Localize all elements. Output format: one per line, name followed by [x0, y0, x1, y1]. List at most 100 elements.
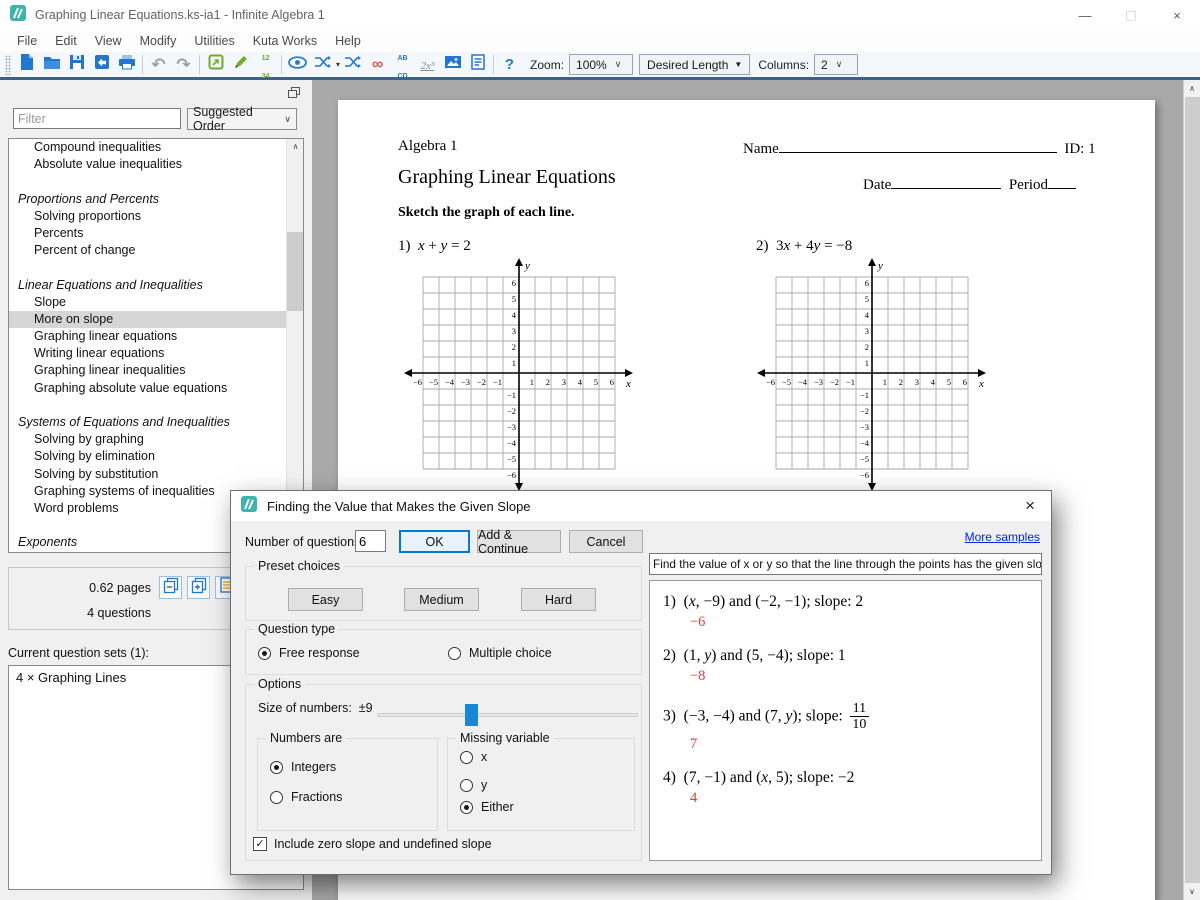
- send-to-kuta-button[interactable]: [89, 53, 114, 76]
- svg-text:3: 3: [865, 326, 869, 336]
- scroll-down-icon[interactable]: ∨: [1184, 883, 1200, 900]
- remove-page-button[interactable]: [159, 576, 182, 599]
- more-samples-link[interactable]: More samples: [965, 530, 1040, 544]
- print-button[interactable]: [114, 53, 139, 76]
- scrollbar-thumb[interactable]: [287, 232, 304, 311]
- preview-question: 3) (−3, −4) and (7, y); slope: 11107: [663, 701, 1041, 753]
- dialog-close-icon[interactable]: ×: [1019, 496, 1041, 516]
- num-questions-input[interactable]: [355, 530, 386, 552]
- send-to-kuta-icon: [94, 54, 110, 75]
- topic-header: Proportions and Percents: [9, 191, 303, 208]
- add-page-button[interactable]: [187, 576, 210, 599]
- columns-select[interactable]: 2 ∨: [814, 54, 858, 75]
- undo-button[interactable]: ↶: [146, 53, 171, 76]
- size-slider-thumb[interactable]: [465, 704, 478, 726]
- preview-eye-button[interactable]: [285, 53, 310, 76]
- scramble-questions-button[interactable]: [310, 53, 335, 76]
- question-text: 3) (−3, −4) and (7, y); slope: 1110: [663, 701, 1041, 733]
- problem-1: 1) x + y = 2: [398, 238, 471, 255]
- ok-button[interactable]: OK: [399, 530, 470, 553]
- presentation-button[interactable]: [440, 53, 465, 76]
- toolbar-separator: [281, 55, 282, 74]
- topic-item[interactable]: Percent of change: [9, 242, 303, 259]
- zoom-select[interactable]: 100% ∨: [569, 54, 633, 75]
- hard-button[interactable]: Hard: [521, 588, 596, 611]
- size-of-numbers-label: Size of numbers: ±9: [258, 701, 373, 715]
- topic-item[interactable]: Writing linear equations: [9, 345, 303, 362]
- zoom-window-button[interactable]: [203, 53, 228, 76]
- open-folder-button[interactable]: [39, 53, 64, 76]
- math-format-button[interactable]: 2x³: [415, 53, 440, 76]
- close-icon[interactable]: ×: [1154, 0, 1200, 30]
- topic-item[interactable]: Slope: [9, 294, 303, 311]
- topic-item[interactable]: Absolute value inequalities: [9, 156, 303, 173]
- svg-text:6: 6: [963, 377, 967, 387]
- menu-kuta-works[interactable]: Kuta Works: [244, 34, 326, 48]
- topic-item[interactable]: Solving by substitution: [9, 466, 303, 483]
- slope-fraction: 1110: [850, 701, 869, 733]
- topic-item[interactable]: Graphing linear inequalities: [9, 362, 303, 379]
- new-file-button[interactable]: [14, 53, 39, 76]
- add-continue-button[interactable]: Add & Continue: [477, 530, 561, 553]
- radio-missing-variable-x[interactable]: x: [460, 750, 487, 764]
- topic-item[interactable]: Solving by elimination: [9, 448, 303, 465]
- float-pane-icon[interactable]: [288, 86, 300, 104]
- topic-item[interactable]: Graphing absolute value equations: [9, 380, 303, 397]
- radio-question-type-multiple-choice[interactable]: Multiple choice: [448, 646, 552, 660]
- topic-item[interactable]: Percents: [9, 225, 303, 242]
- document-scrollbar[interactable]: ∧ ∨: [1183, 80, 1200, 900]
- toolbar-drag-handle[interactable]: [5, 55, 11, 75]
- minimize-icon[interactable]: —: [1062, 0, 1108, 30]
- choices-letters-button[interactable]: ABCD: [390, 53, 415, 76]
- save-button[interactable]: [64, 53, 89, 76]
- topic-item[interactable]: Solving proportions: [9, 208, 303, 225]
- radio-question-type-free-response[interactable]: Free response: [258, 646, 360, 660]
- radio-missing-variable-either[interactable]: Either: [460, 800, 514, 814]
- order-select[interactable]: Suggested Order ∨: [187, 108, 297, 130]
- topic-item[interactable]: Solving by graphing: [9, 431, 303, 448]
- svg-text:2: 2: [865, 342, 869, 352]
- radio-missing-variable-y[interactable]: y: [460, 778, 487, 792]
- menu-utilities[interactable]: Utilities: [185, 34, 243, 48]
- menu-view[interactable]: View: [86, 34, 131, 48]
- desired-length-label: Desired Length: [647, 58, 728, 72]
- numbers-are-label: Numbers are: [266, 731, 346, 745]
- renumber-icon: 1234: [262, 47, 270, 83]
- radio-icon: [460, 751, 473, 764]
- maximize-icon[interactable]: ▢: [1108, 0, 1154, 30]
- menu-edit[interactable]: Edit: [46, 34, 86, 48]
- size-slider-track[interactable]: [377, 713, 638, 717]
- menu-modify[interactable]: Modify: [131, 34, 186, 48]
- include-zero-slope-checkbox[interactable]: ✓ Include zero slope and undefined slope: [253, 837, 492, 851]
- desired-length-button[interactable]: Desired Length ▼: [639, 54, 750, 75]
- menu-help[interactable]: Help: [326, 34, 370, 48]
- help-icon: ?: [505, 56, 514, 74]
- filter-input[interactable]: [13, 108, 181, 129]
- edit-defaults-button[interactable]: [228, 53, 253, 76]
- scrollbar-thumb[interactable]: [1185, 97, 1200, 883]
- renumber-button[interactable]: 1234: [253, 53, 278, 76]
- topic-item[interactable]: More on slope: [9, 311, 303, 328]
- checkbox-label: Include zero slope and undefined slope: [274, 837, 492, 851]
- scroll-up-icon[interactable]: ∧: [287, 139, 304, 155]
- worksheet-title: Graphing Linear Equations: [398, 166, 616, 189]
- svg-text:−6: −6: [766, 377, 775, 387]
- merge-infinity-button[interactable]: ∞: [365, 53, 390, 76]
- scroll-up-icon[interactable]: ∧: [1184, 80, 1200, 97]
- help-button[interactable]: ?: [497, 53, 522, 76]
- options-label: Options: [254, 677, 305, 691]
- radio-numbers-are-integers[interactable]: Integers: [270, 760, 336, 774]
- scramble-choices-button[interactable]: [340, 53, 365, 76]
- radio-numbers-are-fractions[interactable]: Fractions: [270, 790, 342, 804]
- topic-item[interactable]: Graphing linear equations: [9, 328, 303, 345]
- merge-infinity-icon: ∞: [372, 56, 383, 74]
- easy-button[interactable]: Easy: [288, 588, 363, 611]
- medium-button[interactable]: Medium: [404, 588, 479, 611]
- redo-button[interactable]: ↷: [171, 53, 196, 76]
- scramble-choices-icon: [344, 55, 361, 74]
- menu-file[interactable]: File: [8, 34, 46, 48]
- chevron-down-icon: ∨: [836, 59, 843, 70]
- cancel-button[interactable]: Cancel: [569, 530, 643, 553]
- topic-item[interactable]: Compound inequalities: [9, 139, 303, 156]
- answer-sheet-button[interactable]: [465, 53, 490, 76]
